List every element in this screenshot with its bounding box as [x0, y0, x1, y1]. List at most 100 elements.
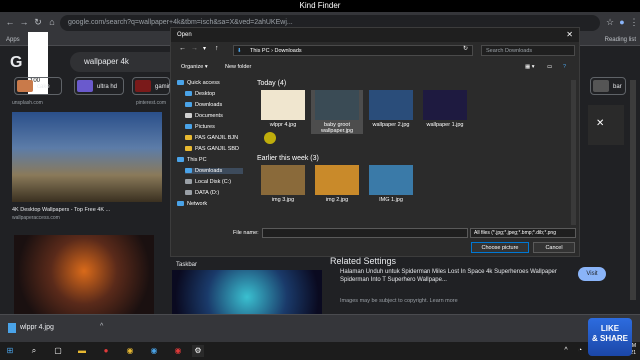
- crumb-this-pc[interactable]: This PC: [250, 48, 270, 54]
- close-icon[interactable]: ✕: [566, 28, 573, 42]
- sidebar-item-pictures[interactable]: Pictures: [185, 124, 243, 130]
- chip-label: bar: [613, 84, 622, 90]
- sidebar-item-label: Quick access: [187, 80, 220, 86]
- chip-ultra-hd[interactable]: ultra hd: [74, 77, 124, 95]
- app-icon[interactable]: ●: [100, 345, 112, 357]
- downloads-bar: [0, 314, 640, 342]
- sidebar-item-desktop[interactable]: Desktop: [185, 91, 243, 97]
- home-icon[interactable]: ⌂: [46, 16, 58, 28]
- file-thumbnail: [423, 90, 467, 120]
- breadcrumb[interactable]: ⬇ This PC › Downloads: [233, 45, 473, 56]
- scrollbar[interactable]: [571, 80, 576, 225]
- file-name: wallpaper 2.jpg: [372, 122, 410, 128]
- forward-icon[interactable]: →: [191, 45, 198, 52]
- sidebar-item-label: Pictures: [195, 124, 215, 130]
- ad-text[interactable]: Halaman Unduh untuk Spiderman Miles Lost…: [340, 268, 570, 284]
- chevron-up-icon[interactable]: ^: [100, 323, 103, 330]
- folder-icon: [185, 146, 192, 152]
- disk-icon: [185, 190, 192, 196]
- download-item[interactable]: wlppr 4.jpg: [20, 324, 54, 331]
- file-item[interactable]: IMG 1.jpg: [365, 165, 417, 203]
- app-icon[interactable]: ◉: [148, 345, 160, 357]
- chip-label: cake: [37, 84, 50, 90]
- help-icon[interactable]: ?: [563, 64, 566, 70]
- cancel-button[interactable]: Cancel: [533, 242, 575, 253]
- dialog-title: Open: [171, 28, 579, 42]
- back-icon[interactable]: ←: [4, 16, 16, 28]
- choose-picture-button[interactable]: Choose picture: [471, 242, 529, 253]
- result-image-warrior[interactable]: [14, 235, 154, 315]
- file-item[interactable]: baby groot wallpaper.jpg: [311, 90, 363, 134]
- file-thumbnail: [315, 90, 359, 120]
- sidebar-item-quick-access[interactable]: Quick access: [177, 80, 243, 86]
- sidebar-item-local-disk-c[interactable]: Local Disk (C:): [185, 179, 243, 185]
- sidebar-item-pas-ganjil-bjn[interactable]: PAS GANJIL BJN: [185, 135, 243, 141]
- windows-icon[interactable]: ⊞: [4, 345, 16, 357]
- reading-list[interactable]: Reading list: [605, 34, 636, 46]
- view-icon[interactable]: ▦ ▾: [525, 64, 535, 70]
- google-logo[interactable]: G: [10, 54, 22, 72]
- profile-icon[interactable]: ●: [616, 16, 628, 28]
- record-icon[interactable]: ◉: [172, 345, 184, 357]
- result-caption[interactable]: 4K Desktop Wallpapers - Top Free 4K ...: [12, 207, 110, 213]
- refresh-icon[interactable]: ↻: [463, 45, 468, 52]
- up-icon[interactable]: ↑: [215, 45, 219, 52]
- chevron-down-icon[interactable]: ▾: [203, 45, 206, 52]
- gear-icon[interactable]: ⚙: [192, 345, 204, 357]
- result-image-mountain[interactable]: [12, 112, 162, 202]
- chip-cake[interactable]: cake: [14, 77, 62, 95]
- file-name-input[interactable]: [262, 228, 468, 238]
- scrollbar[interactable]: [630, 80, 636, 300]
- star-icon[interactable]: ☆: [604, 16, 616, 28]
- sidebar-item-this-pc[interactable]: This PC: [177, 157, 243, 163]
- sidebar-item-network[interactable]: Network: [177, 201, 243, 207]
- chevron-up-icon[interactable]: ^: [560, 345, 572, 357]
- group-today[interactable]: Today (4): [257, 80, 286, 87]
- star-icon: [177, 80, 184, 86]
- sidebar-item-downloads[interactable]: Downloads: [185, 102, 243, 108]
- file-thumbnail: [369, 165, 413, 195]
- network-icon[interactable]: ◔: [574, 345, 586, 357]
- chip-gaming[interactable]: gaming: [132, 77, 175, 95]
- result-image-swirl[interactable]: [172, 270, 322, 315]
- sidebar-item-documents[interactable]: Documents: [185, 113, 243, 119]
- search-icon[interactable]: ⌕: [28, 345, 40, 357]
- pane-icon[interactable]: ▭: [547, 64, 552, 70]
- chrome-icon[interactable]: ◉: [124, 345, 136, 357]
- copyright-note: Images may be subject to copyright. Lear…: [340, 298, 458, 304]
- screen: Kind Finder ← → ↻ ⌂ google.com/search?q=…: [0, 0, 640, 360]
- new-folder-button[interactable]: New folder: [225, 64, 251, 70]
- file-type-select[interactable]: All files (*.jpg;*.jpeg;*.bmp;*.dib;*.pn…: [470, 228, 576, 238]
- sidebar-item-label: DATA (D:): [195, 190, 220, 196]
- forward-icon[interactable]: →: [18, 16, 30, 28]
- sidebar-item-data-d[interactable]: DATA (D:): [185, 190, 243, 196]
- cursor-highlight: [264, 132, 276, 144]
- back-icon[interactable]: ←: [179, 45, 186, 52]
- task-view-icon[interactable]: ▢: [52, 345, 64, 357]
- desktop-icon: [185, 91, 192, 97]
- download-icon: [185, 102, 192, 108]
- crumb-downloads[interactable]: Downloads: [274, 48, 301, 54]
- menu-icon[interactable]: ⋮: [628, 16, 640, 28]
- visit-button[interactable]: Visit: [578, 267, 606, 281]
- file-item[interactable]: img 2.jpg: [311, 165, 363, 203]
- reload-icon[interactable]: ↻: [32, 16, 44, 28]
- file-name: baby groot wallpaper.jpg: [320, 122, 354, 134]
- apps-bookmark[interactable]: Apps: [6, 37, 20, 43]
- picture-icon: [185, 124, 192, 130]
- close-icon[interactable]: ✕: [596, 118, 604, 129]
- sidebar-item-label: PAS GANJIL SBD: [195, 146, 240, 152]
- file-explorer-icon[interactable]: ▬: [76, 345, 88, 357]
- chip-bar[interactable]: bar: [590, 77, 626, 95]
- file-item[interactable]: wallpaper 1.jpg: [419, 90, 471, 128]
- watermark-line2: & SHARE: [591, 334, 628, 343]
- file-item[interactable]: wlppr 4.jpg: [257, 90, 309, 128]
- file-item[interactable]: wallpaper 2.jpg: [365, 90, 417, 128]
- organize-button[interactable]: Organize ▾: [181, 64, 208, 70]
- sidebar-item-downloads[interactable]: Downloads: [185, 168, 243, 174]
- file-item[interactable]: img 3.jpg: [257, 165, 309, 203]
- side-thumbnail[interactable]: [588, 105, 624, 145]
- dialog-search-input[interactable]: Search Downloads: [481, 45, 575, 56]
- group-earlier-this-week[interactable]: Earlier this week (3): [257, 155, 319, 162]
- sidebar-item-pas-ganjil-sbd[interactable]: PAS GANJIL SBD: [185, 146, 243, 152]
